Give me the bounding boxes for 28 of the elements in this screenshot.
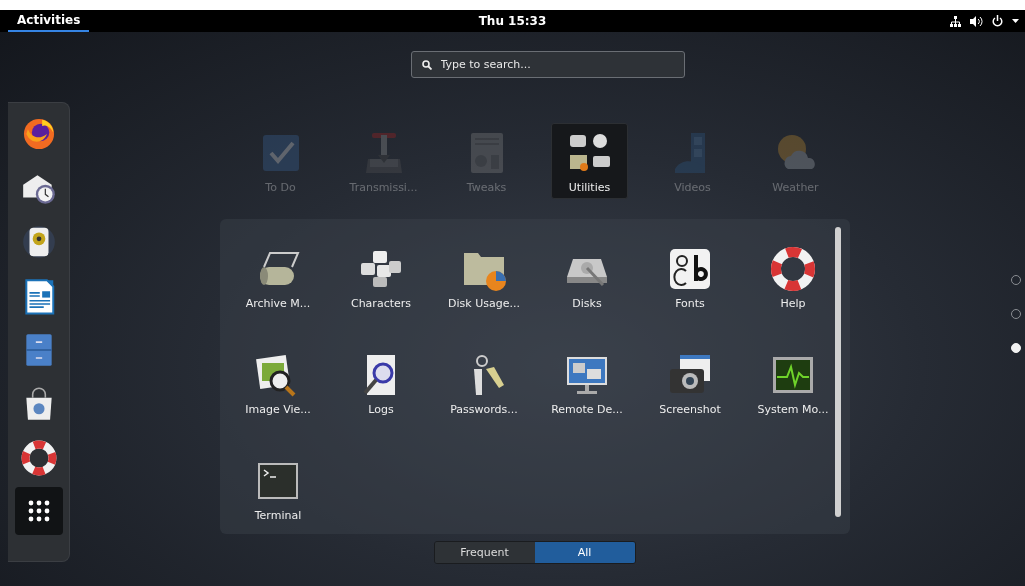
view-tab[interactable]: All (534, 542, 635, 563)
app-tile[interactable]: Fonts (638, 237, 742, 317)
power-icon[interactable] (992, 15, 1003, 27)
app-tile[interactable]: Screenshot (638, 343, 742, 423)
app-tile[interactable]: Image Vie... (226, 343, 330, 423)
app-tile[interactable]: Logs (329, 343, 433, 423)
network-icon[interactable] (950, 15, 961, 27)
app-tile[interactable]: Remote De... (535, 343, 639, 423)
app-tile[interactable]: Passwords... (432, 343, 536, 423)
app-tile[interactable]: System Mo... (741, 343, 845, 423)
app-tile[interactable]: Disk Usage... (432, 237, 536, 317)
app-tile[interactable]: Utilities (551, 123, 628, 199)
lifebuoy-icon (769, 244, 817, 293)
volume-icon[interactable] (970, 15, 983, 27)
caret-icon[interactable] (1012, 19, 1019, 23)
show-applications-button[interactable] (14, 487, 63, 535)
app-tile[interactable]: Archive M... (226, 237, 330, 317)
scrollbar[interactable] (834, 227, 841, 517)
clock[interactable]: Thu 15:33 (478, 14, 547, 28)
search-icon (421, 60, 432, 70)
view-tab[interactable]: Frequent (434, 542, 535, 563)
app-tile[interactable]: Characters (329, 237, 433, 317)
grid-dots-icon (27, 500, 50, 522)
lifebuoy-icon[interactable] (19, 439, 58, 477)
app-tile[interactable]: Disks (535, 237, 639, 317)
app-tile[interactable]: Terminal (226, 449, 330, 529)
search-field[interactable]: Type to search... (410, 51, 685, 78)
app-tile[interactable]: Help (741, 237, 845, 317)
